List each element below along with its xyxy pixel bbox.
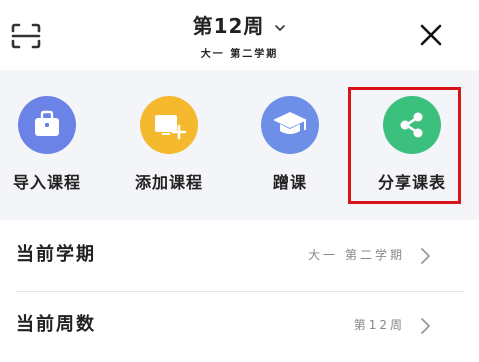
- current-semester-value: 大一 第二学期: [308, 248, 405, 262]
- current-semester-label: 当前学期: [16, 244, 96, 265]
- current-semester-row[interactable]: 当前学期 大一 第二学期: [0, 222, 479, 292]
- import-course-button[interactable]: 导入课程: [0, 70, 107, 220]
- add-course-label: 添加课程: [134, 173, 203, 192]
- close-icon: [420, 24, 442, 46]
- highlight-box: [348, 87, 461, 204]
- semester-subtitle: 大一 第二学期: [200, 49, 279, 60]
- week-title: 第12周: [192, 14, 265, 38]
- chevron-right-icon: [421, 318, 430, 334]
- audit-class-circle: [261, 96, 319, 154]
- briefcase-icon: [35, 110, 59, 136]
- add-course-button[interactable]: 添加课程: [109, 70, 229, 220]
- top-bar: 第12周 大一 第二学期: [0, 0, 479, 70]
- close-button[interactable]: [418, 22, 444, 48]
- chevron-down-icon: [275, 24, 286, 31]
- audit-class-button[interactable]: 蹭课: [230, 70, 350, 220]
- import-course-circle: [18, 96, 76, 154]
- graduation-cap-icon: [273, 112, 307, 134]
- add-course-circle: [140, 96, 198, 154]
- current-week-label: 当前周数: [16, 314, 96, 335]
- current-week-row[interactable]: 当前周数 第12周: [0, 292, 479, 362]
- chevron-right-icon: [421, 248, 430, 264]
- add-screen-icon: [155, 115, 187, 140]
- import-course-label: 导入课程: [12, 173, 81, 192]
- audit-class-label: 蹭课: [272, 173, 307, 192]
- week-selector[interactable]: 第12周: [0, 10, 479, 39]
